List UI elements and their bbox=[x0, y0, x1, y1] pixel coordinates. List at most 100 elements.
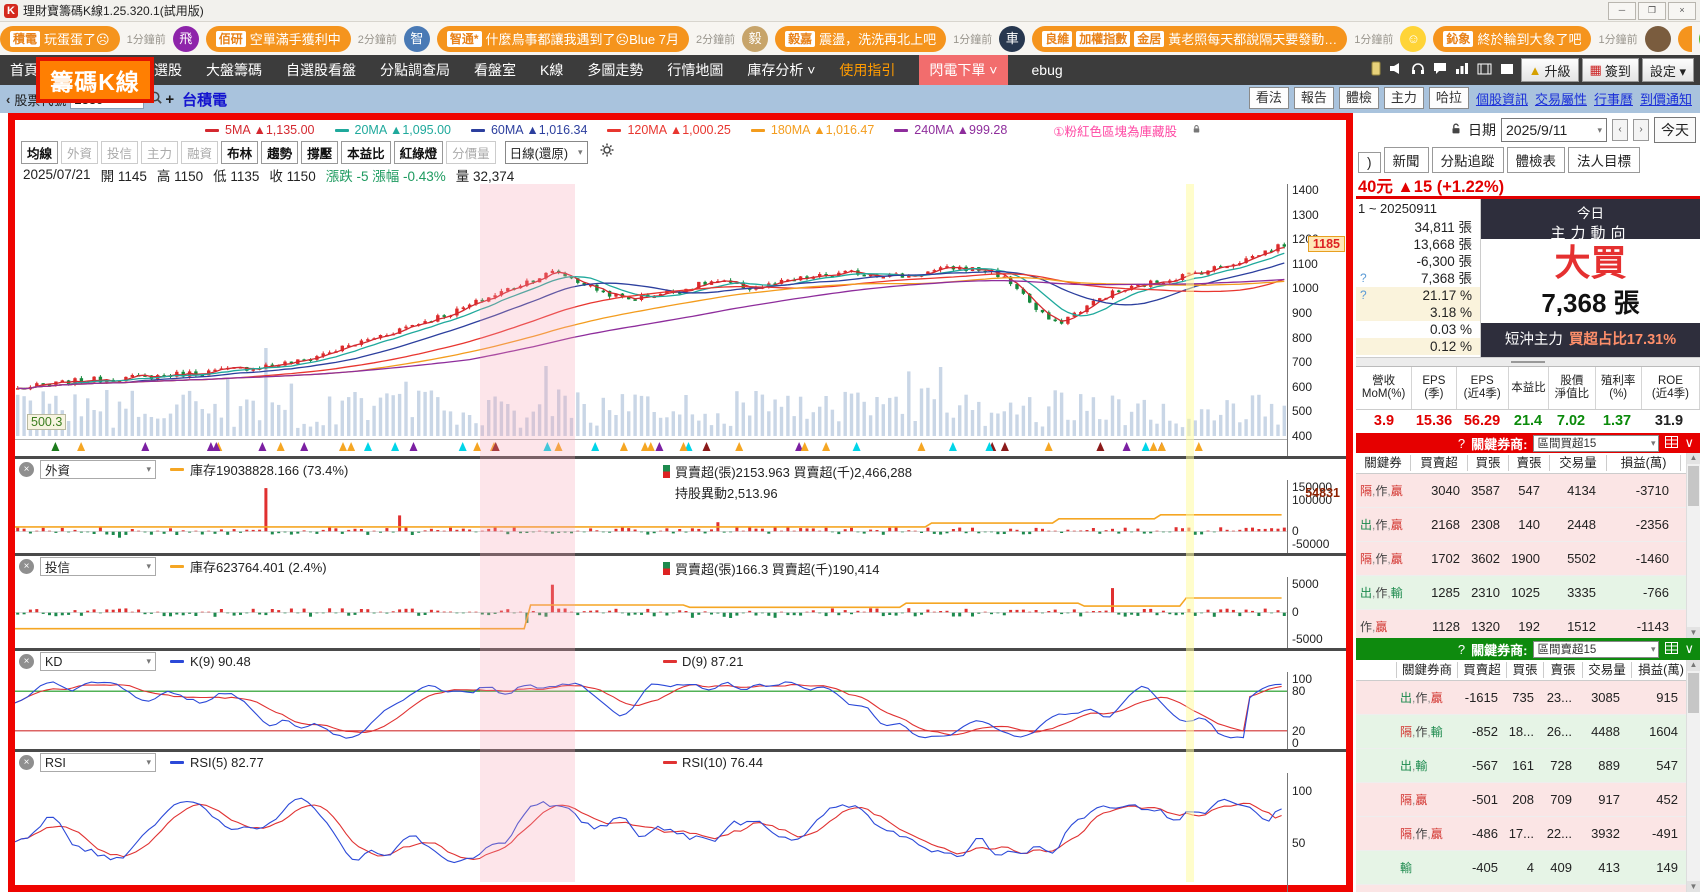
checkin-button[interactable]: ▦簽到 bbox=[1582, 58, 1639, 82]
chart-tool-0[interactable]: 均線 bbox=[21, 141, 58, 164]
stats-icon[interactable] bbox=[1455, 62, 1469, 78]
nav-item-5[interactable]: 看盤室 bbox=[474, 60, 516, 80]
indicator-panel-投信[interactable]: ×投信▾庫存623764.401 (2.4%)買賣超(張)166.3 買賣超(千… bbox=[15, 553, 1346, 648]
panel-plot[interactable] bbox=[15, 672, 1288, 749]
table-row[interactable]: 隔,作,贏1702360219005502-1460 bbox=[1356, 542, 1700, 576]
stock-tag-chip[interactable]: 積電 bbox=[10, 31, 40, 47]
chat-message-pill[interactable] bbox=[1678, 26, 1692, 52]
stock-info-link-3[interactable]: 到價通知 bbox=[1640, 89, 1692, 108]
chat-message-pill[interactable]: 佰研空單滿手獲利中 bbox=[206, 26, 351, 52]
stock-tag-chip[interactable]: 金居 bbox=[1134, 31, 1164, 47]
chat-message-pill[interactable]: 積電玩蛋蛋了☹ bbox=[0, 26, 120, 52]
gear-icon[interactable] bbox=[599, 142, 615, 163]
help-icon[interactable]: ? bbox=[1360, 270, 1367, 287]
stock-tag-chip[interactable]: 良維 bbox=[1042, 31, 1072, 47]
panel-resize-handle[interactable] bbox=[1356, 358, 1700, 367]
buy-range-select[interactable]: 區間買超15▾ bbox=[1533, 435, 1659, 452]
chat-message-pill[interactable]: 良維加權指數金居黃老照每天都說隔天要發動… bbox=[1032, 26, 1347, 52]
help-icon[interactable]: ? bbox=[1458, 436, 1465, 451]
panel-plot[interactable] bbox=[15, 480, 1288, 553]
nav-item-0[interactable]: 首頁 bbox=[10, 60, 38, 80]
headset-icon[interactable] bbox=[1411, 62, 1425, 78]
stock-tag-chip[interactable]: 加權指數 bbox=[1076, 31, 1130, 47]
stock-tag-chip[interactable]: 佰研 bbox=[216, 31, 246, 47]
sidebar-tab-2[interactable]: 分點追蹤 bbox=[1432, 147, 1504, 173]
nav-item-7[interactable]: 多圖走勢 bbox=[587, 60, 643, 80]
side-tool-button-1[interactable]: 報告 bbox=[1294, 87, 1334, 109]
minimize-button[interactable]: ─ bbox=[1608, 2, 1636, 20]
stock-tag-chip[interactable]: 鈊象 bbox=[1443, 31, 1473, 47]
table-row[interactable]: 輸-4054409413149 bbox=[1356, 851, 1700, 885]
side-tool-button-2[interactable]: 體檢 bbox=[1339, 87, 1379, 109]
restore-button[interactable]: ❐ bbox=[1638, 2, 1666, 20]
indicator-panel-KD[interactable]: ×KD▾K(9) 90.48D(9) 87.2110080200 bbox=[15, 648, 1346, 749]
chart-tool-6[interactable]: 趨勢 bbox=[261, 141, 298, 164]
scrollbar[interactable]: ▲▼ bbox=[1686, 660, 1700, 892]
candlestick-chart[interactable] bbox=[15, 184, 1288, 456]
table-row[interactable]: 隔,贏-501208709917452 bbox=[1356, 783, 1700, 817]
nav-item-8[interactable]: 行情地圖 bbox=[667, 60, 723, 80]
nav-item-4[interactable]: 分點調查局 bbox=[380, 60, 450, 80]
scrollbar[interactable]: ▲▼ bbox=[1686, 453, 1700, 638]
film-icon[interactable] bbox=[1477, 62, 1492, 78]
chart-tool-9[interactable]: 紅綠燈 bbox=[394, 141, 444, 164]
lock-icon[interactable] bbox=[1449, 122, 1463, 139]
stock-tag-chip[interactable]: 智通* bbox=[447, 31, 482, 47]
stock-info-link-0[interactable]: 個股資訊 bbox=[1476, 89, 1528, 108]
chart-tool-4[interactable]: 融資 bbox=[181, 141, 218, 164]
indicator-panel-外資[interactable]: ×外資▾庫存19038828.166 (73.4%)買賣超(張)2153.963… bbox=[15, 456, 1346, 553]
sell-range-select[interactable]: 區間賣超15▾ bbox=[1533, 641, 1659, 658]
close-button[interactable]: × bbox=[1668, 2, 1696, 20]
chart-tool-2[interactable]: 投信 bbox=[101, 141, 138, 164]
table-row[interactable]: 出,作,贏-161573523...3085915 bbox=[1356, 681, 1700, 715]
chat-icon[interactable] bbox=[1433, 62, 1447, 78]
interval-select[interactable]: 日線(還原)▾ bbox=[505, 141, 588, 164]
panel-plot[interactable] bbox=[15, 577, 1288, 648]
back-icon[interactable]: ‹ bbox=[6, 92, 10, 107]
stock-info-link-1[interactable]: 交易屬性 bbox=[1535, 89, 1587, 108]
nav-item-9[interactable]: 庫存分析 ˅ bbox=[747, 60, 815, 80]
stock-info-link-2[interactable]: 行事曆 bbox=[1594, 89, 1633, 108]
nav-item-3[interactable]: 自選股看盤 bbox=[286, 60, 356, 80]
chat-message-pill[interactable]: 毅嘉震盪，洗洗再北上吧 bbox=[775, 26, 946, 52]
nav-item-2[interactable]: 大盤籌碼 bbox=[206, 60, 262, 80]
table-row[interactable]: 出,作,贏216823081402448-2356 bbox=[1356, 508, 1700, 542]
stock-tag-chip[interactable]: 毅嘉 bbox=[785, 31, 815, 47]
window-icon[interactable] bbox=[1500, 62, 1514, 78]
speaker-icon[interactable] bbox=[1389, 62, 1403, 78]
indicator-select[interactable]: KD▾ bbox=[40, 652, 156, 671]
sidebar-tab-4[interactable]: 法人目標 bbox=[1568, 147, 1640, 173]
side-tool-button-3[interactable]: 主力 bbox=[1384, 87, 1424, 109]
side-tool-button-0[interactable]: 看法 bbox=[1249, 87, 1289, 109]
table-row[interactable]: 作,贏112813201921512-1143 bbox=[1356, 610, 1700, 638]
chart-tool-10[interactable]: 分價量 bbox=[446, 141, 496, 164]
main-price-panel[interactable]: 14001300120011001000900800700600500400 1… bbox=[15, 184, 1346, 456]
table-row[interactable]: 隔,作,輸-85218...26...44881604 bbox=[1356, 715, 1700, 749]
chevron-down-icon[interactable]: ∨ bbox=[1684, 435, 1694, 451]
today-button[interactable]: 今天 bbox=[1654, 117, 1696, 143]
phone-icon[interactable] bbox=[1371, 61, 1381, 79]
settings-button[interactable]: 設定 ▾ bbox=[1642, 58, 1694, 82]
add-stock-button[interactable]: + bbox=[165, 91, 174, 108]
side-tool-button-4[interactable]: 哈拉 bbox=[1429, 87, 1469, 109]
nav-item-6[interactable]: K線 bbox=[540, 60, 563, 80]
indicator-select[interactable]: RSI▾ bbox=[40, 753, 156, 772]
indicator-select[interactable]: 外資▾ bbox=[40, 460, 156, 479]
chart-tool-3[interactable]: 主力 bbox=[141, 141, 178, 164]
nav-item-12[interactable]: ebug bbox=[1032, 62, 1063, 78]
chevron-down-icon[interactable]: ∨ bbox=[1684, 641, 1694, 657]
table-row[interactable]: 出,作,輸1285231010253335-766 bbox=[1356, 576, 1700, 610]
close-icon[interactable]: × bbox=[19, 462, 34, 477]
chart-tool-8[interactable]: 本益比 bbox=[341, 141, 391, 164]
grid-icon[interactable] bbox=[1665, 642, 1678, 657]
upgrade-button[interactable]: ▲升級 bbox=[1521, 58, 1579, 82]
nav-chouma-kline-active[interactable]: 籌碼K線 bbox=[36, 57, 154, 103]
chat-message-pill[interactable]: 鈊象終於輪到大象了吧 bbox=[1433, 26, 1591, 52]
nav-item-10[interactable]: 使用指引 bbox=[839, 60, 895, 80]
help-icon[interactable]: ? bbox=[1360, 287, 1367, 304]
indicator-panel-RSI[interactable]: ×RSI▾RSI(5) 82.77RSI(10) 76.4410050 bbox=[15, 749, 1346, 892]
close-icon[interactable]: × bbox=[19, 654, 34, 669]
sidebar-tab-0[interactable]: ) bbox=[1358, 152, 1381, 173]
table-row[interactable]: 隔,贏-3442385828208 bbox=[1356, 885, 1700, 892]
date-next-button[interactable]: › bbox=[1633, 119, 1649, 141]
